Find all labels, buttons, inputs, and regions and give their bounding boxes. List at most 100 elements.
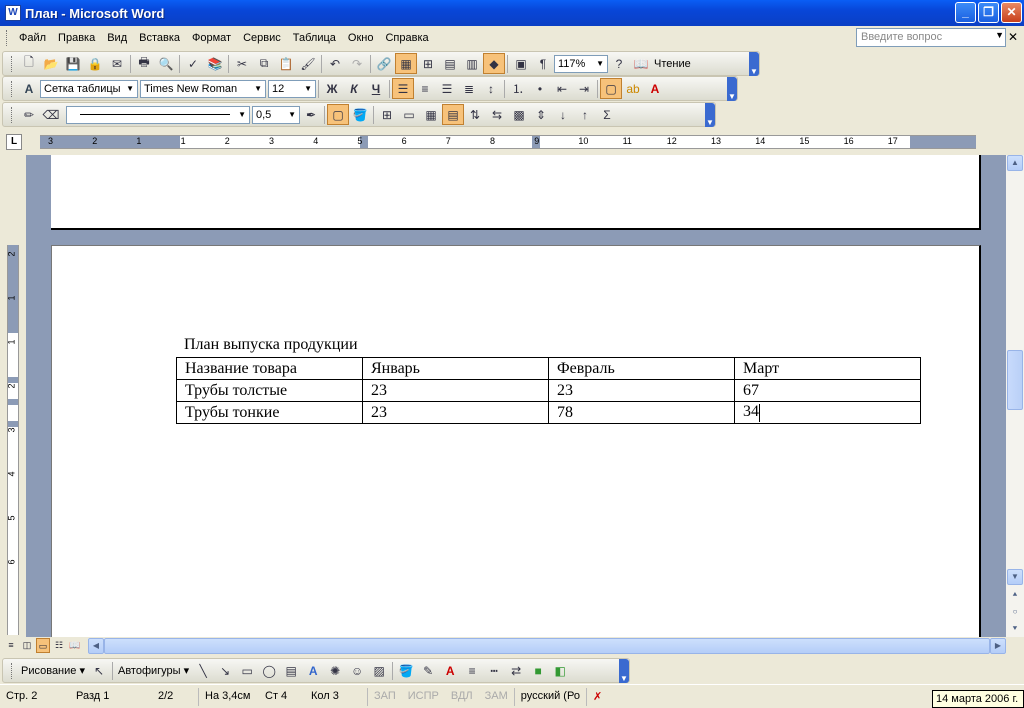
show-hide-icon[interactable]: ¶ (532, 53, 554, 74)
table-cell[interactable]: 23 (362, 379, 549, 402)
tab-selector[interactable]: L (6, 134, 22, 150)
menu-table[interactable]: Таблица (287, 30, 342, 46)
italic-icon[interactable]: К (343, 78, 365, 99)
outside-border-icon[interactable]: ▢ (327, 104, 349, 125)
scroll-up-icon[interactable]: ▲ (1007, 155, 1023, 171)
spelling-icon[interactable]: ✓ (182, 53, 204, 74)
table-cell[interactable]: Трубы тонкие (176, 401, 363, 424)
vertical-scrollbar[interactable]: ▲ ▼ ⯅ ○ ⯆ (1006, 155, 1024, 637)
clip-art-icon[interactable]: ☺ (346, 660, 368, 681)
read-icon[interactable]: 📖 (630, 53, 652, 74)
font-select[interactable]: Times New Roman ▼ (140, 79, 266, 98)
data-table[interactable]: Название товара Январь Февраль Март Труб… (176, 357, 921, 424)
align-left-icon[interactable]: ☰ (392, 78, 414, 99)
previous-page-icon[interactable]: ⯅ (1007, 587, 1023, 603)
highlight-icon[interactable]: ab (622, 78, 644, 99)
table-cell[interactable]: Март (734, 357, 921, 380)
menu-window[interactable]: Окно (342, 30, 380, 46)
wordart-icon[interactable]: A (302, 660, 324, 681)
increase-indent-icon[interactable]: ⇥ (573, 78, 595, 99)
page-1[interactable] (51, 155, 981, 230)
reading-view-icon[interactable]: 📖 (68, 638, 82, 653)
table-cell[interactable]: Январь (362, 357, 549, 380)
next-page-icon[interactable]: ⯆ (1007, 621, 1023, 637)
close-button[interactable]: ✕ (1001, 2, 1022, 23)
minimize-button[interactable]: _ (955, 2, 976, 23)
undo-icon[interactable]: ↶ (324, 53, 346, 74)
line-color-icon[interactable]: ✎ (417, 660, 439, 681)
text-direction-icon[interactable]: ⇕ (530, 104, 552, 125)
borders-icon[interactable]: ▢ (600, 78, 622, 99)
sort-descending-icon[interactable]: ↑ (574, 104, 596, 125)
diagram-icon[interactable]: ✺ (324, 660, 346, 681)
table-cell[interactable]: 23 (548, 379, 735, 402)
align-right-icon[interactable]: ☰ (436, 78, 458, 99)
columns-icon[interactable]: ▥ (461, 53, 483, 74)
style-select[interactable]: Сетка таблицы ▼ (40, 79, 138, 98)
toolbar-grip[interactable] (11, 662, 14, 679)
underline-icon[interactable]: Ч (365, 78, 387, 99)
table-cell[interactable]: Трубы толстые (176, 379, 363, 402)
distribute-rows-icon[interactable]: ⇅ (464, 104, 486, 125)
oval-icon[interactable]: ◯ (258, 660, 280, 681)
split-cells-icon[interactable]: ▦ (420, 104, 442, 125)
shadow-style-icon[interactable]: ■ (527, 660, 549, 681)
reading-label[interactable]: Чтение (652, 58, 693, 70)
line-spacing-icon[interactable]: ↕ (480, 78, 502, 99)
fill-color-icon[interactable]: 🪣 (395, 660, 417, 681)
toolbar-options-icon[interactable]: ▼ (749, 51, 759, 76)
select-objects-icon[interactable]: ↖ (88, 660, 110, 681)
web-layout-view-icon[interactable]: ◫ (20, 638, 34, 653)
line-style-icon[interactable]: ≡ (461, 660, 483, 681)
cut-icon[interactable]: ✂ (231, 53, 253, 74)
toolbar-grip[interactable] (11, 106, 14, 123)
menu-help[interactable]: Справка (379, 30, 434, 46)
help-dropdown-icon[interactable]: ▼ (995, 30, 1004, 40)
align-cell-icon[interactable]: ▤ (442, 104, 464, 125)
document-area[interactable]: План выпуска продукции Название товара Я… (26, 155, 1006, 637)
status-extend[interactable]: ВДЛ (445, 688, 479, 706)
menu-edit[interactable]: Правка (52, 30, 101, 46)
toolbar-options-icon[interactable]: ▼ (705, 102, 715, 127)
decrease-indent-icon[interactable]: ⇤ (551, 78, 573, 99)
toolbar-options-icon[interactable]: ▼ (727, 76, 737, 101)
menu-view[interactable]: Вид (101, 30, 133, 46)
table-cell[interactable]: 23 (362, 401, 549, 424)
print-icon[interactable]: 🖶 (133, 53, 155, 74)
help-search-input[interactable]: Введите вопрос (856, 28, 1006, 47)
justify-icon[interactable]: ≣ (458, 78, 480, 99)
document-map-icon[interactable]: ▣ (510, 53, 532, 74)
print-layout-view-icon[interactable]: ▭ (36, 638, 50, 653)
copy-icon[interactable]: ⧉ (253, 53, 275, 74)
line-style-select[interactable]: ▼ (66, 105, 250, 124)
close-document-icon[interactable]: ✕ (1008, 30, 1018, 44)
horizontal-scrollbar[interactable]: ◀ ▶ (88, 638, 1006, 654)
table-cell-active[interactable]: 34 (734, 401, 921, 424)
picture-icon[interactable]: ▨ (368, 660, 390, 681)
arrow-icon[interactable]: ↘ (214, 660, 236, 681)
spelling-status-icon[interactable]: ✗ (587, 688, 608, 706)
hyperlink-icon[interactable]: 🔗 (373, 53, 395, 74)
word-app-icon[interactable]: W (5, 5, 21, 21)
draw-menu-button[interactable]: Рисование ▾ (18, 664, 88, 677)
status-language[interactable]: русский (Ро (515, 688, 586, 706)
horizontal-ruler[interactable]: L 3 2 1 1 2 3 4 5 6 7 8 9 10 11 12 13 14 15 16 17 (0, 129, 1024, 155)
menu-grip[interactable] (6, 30, 9, 46)
vertical-scroll-thumb[interactable] (1007, 350, 1023, 410)
toolbar-grip[interactable] (11, 55, 14, 72)
document-heading[interactable]: План выпуска продукции (184, 336, 358, 354)
table-cell[interactable]: 67 (734, 379, 921, 402)
scroll-right-icon[interactable]: ▶ (990, 638, 1006, 654)
styles-pane-icon[interactable]: A (18, 78, 40, 99)
status-record-macro[interactable]: ЗАП (368, 688, 402, 706)
numbering-icon[interactable]: ⒈ (507, 78, 529, 99)
3d-style-icon[interactable]: ◧ (549, 660, 571, 681)
save-icon[interactable]: 💾 (62, 53, 84, 74)
restore-button[interactable]: ❐ (978, 2, 999, 23)
page-2[interactable]: План выпуска продукции Название товара Я… (51, 245, 981, 637)
toolbar-options-icon[interactable]: ▼ (619, 658, 629, 683)
tables-borders-icon[interactable]: ▦ (395, 53, 417, 74)
bold-icon[interactable]: Ж (321, 78, 343, 99)
insert-excel-icon[interactable]: ▤ (439, 53, 461, 74)
text-box-icon[interactable]: ▤ (280, 660, 302, 681)
